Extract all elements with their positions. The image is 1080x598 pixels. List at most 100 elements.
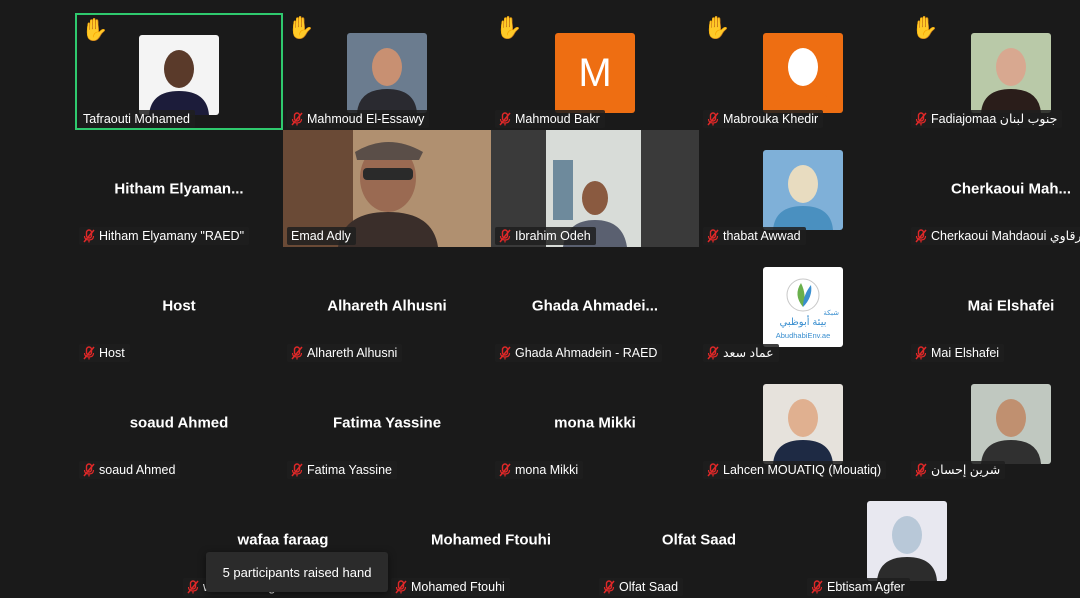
raised-hand-icon: ✋	[287, 15, 315, 40]
participant-name: Emad Adly	[291, 229, 351, 243]
muted-mic-icon	[603, 580, 615, 594]
participant-display-name: Mohamed Ftouhi	[431, 531, 551, 548]
participant-name: Mai Elshafei	[931, 346, 1000, 360]
participant-display-name: Alhareth Alhusni	[327, 297, 447, 314]
participant-name-label: mona Mikki	[495, 461, 584, 479]
muted-mic-icon	[707, 112, 719, 126]
participant-name-label: Mahmoud Bakr	[495, 110, 605, 128]
muted-mic-icon	[291, 463, 303, 477]
participant-tile[interactable]: Emad Adly	[283, 130, 491, 247]
participant-name-label: Olfat Saad	[599, 578, 684, 596]
participant-tile[interactable]: mona Mikki mona Mikki	[491, 364, 699, 481]
participant-name-label: soaud Ahmed	[79, 461, 181, 479]
participant-tile[interactable]: Hitham Elyaman... Hitham Elyamany "RAED"	[75, 130, 283, 247]
participant-tile[interactable]: ✋ Tafraouti Mohamed	[75, 13, 283, 130]
muted-mic-icon	[499, 346, 511, 360]
muted-mic-icon	[83, 463, 95, 477]
participant-display-name: Host	[162, 297, 196, 314]
participant-tile[interactable]: Lahcen MOUATIQ (Mouatiq)	[699, 364, 907, 481]
participant-tile[interactable]: Ghada Ahmadei... Ghada Ahmadein - RAED	[491, 247, 699, 364]
participant-name-label: Alhareth Alhusni	[287, 344, 403, 362]
participant-tile[interactable]: Alhareth Alhusni Alhareth Alhusni	[283, 247, 491, 364]
muted-mic-icon	[83, 346, 95, 360]
participant-avatar	[971, 384, 1051, 464]
raised-hand-icon: ✋	[911, 15, 939, 40]
participant-tile[interactable]: thabat Awwad	[699, 130, 907, 247]
participant-display-name: Fatima Yassine	[332, 414, 442, 431]
participant-name: Lahcen MOUATIQ (Mouatiq)	[723, 463, 882, 477]
participant-name: Mohamed Ftouhi	[411, 580, 505, 594]
participant-name-label: Ghada Ahmadein - RAED	[495, 344, 663, 362]
participant-tile[interactable]: soaud Ahmed soaud Ahmed	[75, 364, 283, 481]
participant-tile[interactable]: M ✋ Mahmoud Bakr	[491, 13, 699, 130]
participant-tile[interactable]: Mai Elshafei Mai Elshafei	[907, 247, 1080, 364]
participant-tile[interactable]: Cherkaoui Mah... Cherkaoui Mahdaoui شرقاو…	[907, 130, 1080, 247]
participant-avatar: M	[555, 33, 635, 113]
participant-tile[interactable]: شرين إحسان	[907, 364, 1080, 481]
participant-display-name: Mai Elshafei	[967, 297, 1055, 314]
muted-mic-icon	[291, 346, 303, 360]
participant-name-label: Host	[79, 344, 130, 362]
participant-display-name: mona Mikki	[554, 414, 636, 431]
participant-tile[interactable]: Host Host	[75, 247, 283, 364]
muted-mic-icon	[707, 463, 719, 477]
participant-name: Fatima Yassine	[307, 463, 392, 477]
muted-mic-icon	[915, 463, 927, 477]
participant-name-label: Mahmoud El-Essawy	[287, 110, 430, 128]
participant-name-label: Cherkaoui Mahdaoui شرقاوي	[911, 227, 1080, 245]
participant-tile[interactable]: Fatima Yassine Fatima Yassine	[283, 364, 491, 481]
participant-display-name: Olfat Saad	[661, 531, 737, 548]
participant-name: شرين إحسان	[931, 463, 1001, 477]
participant-name: Ghada Ahmadein - RAED	[515, 346, 658, 360]
muted-mic-icon	[499, 229, 511, 243]
raised-hand-icon: ✋	[81, 17, 109, 42]
muted-mic-icon	[83, 229, 95, 243]
participant-name: soaud Ahmed	[99, 463, 176, 477]
participant-name-label: Mai Elshafei	[911, 344, 1005, 362]
muted-mic-icon	[811, 580, 823, 594]
participant-tile[interactable]: Ebtisam Agfer	[803, 481, 1011, 598]
participant-name: thabat Awwad	[723, 229, 801, 243]
participant-display-name: wafaa faraag	[237, 531, 329, 548]
participant-name: Mahmoud Bakr	[515, 112, 600, 126]
participant-name-label: Lahcen MOUATIQ (Mouatiq)	[703, 461, 887, 479]
muted-mic-icon	[291, 112, 303, 126]
raised-hand-icon: ✋	[703, 15, 731, 40]
participant-avatar: بيئة أبوظبي AbudhabiEnv.ae شبكة	[763, 267, 843, 347]
muted-mic-icon	[499, 112, 511, 126]
participant-name-label: Fadiajomaa جنوب لبنان	[911, 110, 1063, 128]
participant-name: عماد سعد	[723, 346, 774, 360]
participant-name: mona Mikki	[515, 463, 579, 477]
participant-avatar	[347, 33, 427, 113]
muted-mic-icon	[707, 229, 719, 243]
participant-display-name: Cherkaoui Mah...	[950, 180, 1072, 197]
participant-tile[interactable]: ✋ Mahmoud El-Essawy	[283, 13, 491, 130]
participant-name-label: Mabrouka Khedir	[703, 110, 824, 128]
participant-avatar	[139, 35, 219, 115]
muted-mic-icon	[499, 463, 511, 477]
participant-avatar	[971, 33, 1051, 113]
muted-mic-icon	[915, 346, 927, 360]
participant-tile[interactable]: Mohamed Ftouhi Mohamed Ftouhi	[387, 481, 595, 598]
participant-display-name: Ghada Ahmadei...	[531, 297, 659, 314]
muted-mic-icon	[915, 112, 927, 126]
participant-name-label: Hitham Elyamany "RAED"	[79, 227, 250, 245]
participant-tile[interactable]: ✋ Fadiajomaa جنوب لبنان	[907, 13, 1080, 130]
participant-name: Mabrouka Khedir	[723, 112, 819, 126]
participant-name-label: Tafraouti Mohamed	[79, 110, 196, 128]
logo-small-text: شبكة	[823, 310, 839, 317]
participant-name-label: thabat Awwad	[703, 227, 806, 245]
participant-name: Ibrahim Odeh	[515, 229, 591, 243]
participant-display-name: Hitham Elyaman...	[114, 180, 244, 197]
muted-mic-icon	[915, 229, 927, 243]
participant-name-label: Ebtisam Agfer	[807, 578, 910, 596]
participant-name: Fadiajomaa جنوب لبنان	[931, 112, 1058, 126]
participant-name: Mahmoud El-Essawy	[307, 112, 425, 126]
raised-hand-toast[interactable]: 5 participants raised hand	[206, 552, 388, 592]
participant-tile[interactable]: ✋ Mabrouka Khedir	[699, 13, 907, 130]
participant-tile[interactable]: Olfat Saad Olfat Saad	[595, 481, 803, 598]
participant-name-label: Fatima Yassine	[287, 461, 397, 479]
participant-tile[interactable]: Ibrahim Odeh	[491, 130, 699, 247]
participant-avatar	[763, 384, 843, 464]
participant-tile[interactable]: بيئة أبوظبي AbudhabiEnv.ae شبكة عماد سعد	[699, 247, 907, 364]
